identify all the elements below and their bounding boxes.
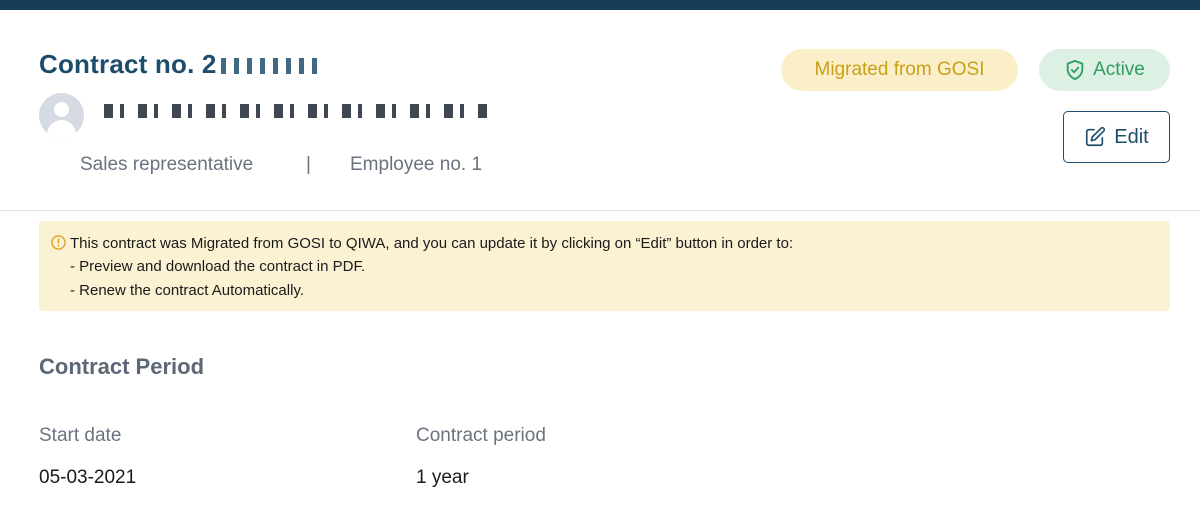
employee-name-redacted xyxy=(104,98,490,124)
status-badge-label: Active xyxy=(1093,59,1145,80)
shield-check-icon xyxy=(1066,59,1084,81)
contract-title: Contract no. 2 xyxy=(39,49,317,80)
start-date-value: 05-03-2021 xyxy=(39,467,137,488)
status-badge: Active xyxy=(1039,49,1170,91)
employee-role: Sales representative xyxy=(80,154,254,175)
edit-icon xyxy=(1086,126,1106,147)
start-date-label: Start date xyxy=(39,425,122,446)
notice-line-1: This contract was Migrated from GOSI to … xyxy=(70,235,794,252)
migration-notice: This contract was Migrated from GOSI to … xyxy=(39,221,1170,311)
contract-period-heading: Contract Period xyxy=(39,354,205,379)
top-bar xyxy=(0,0,1200,10)
migrated-badge-label: Migrated from GOSI xyxy=(814,59,985,80)
contract-period-value: 1 year xyxy=(416,467,469,488)
notice-line-2: - Preview and download the contract in P… xyxy=(70,258,366,275)
employee-number: Employee no. 1 xyxy=(350,154,483,175)
header-divider xyxy=(0,210,1200,211)
migrated-badge: Migrated from GOSI xyxy=(781,49,1018,91)
edit-button-label: Edit xyxy=(1114,125,1149,148)
avatar-icon xyxy=(39,93,84,138)
notice-line-3: - Renew the contract Automatically. xyxy=(70,282,304,299)
redacted-contract-number xyxy=(220,58,317,75)
contract-period-label: Contract period xyxy=(416,425,546,446)
warning-icon xyxy=(51,235,66,250)
meta-separator: | xyxy=(306,154,311,175)
edit-button[interactable]: Edit xyxy=(1063,111,1170,163)
